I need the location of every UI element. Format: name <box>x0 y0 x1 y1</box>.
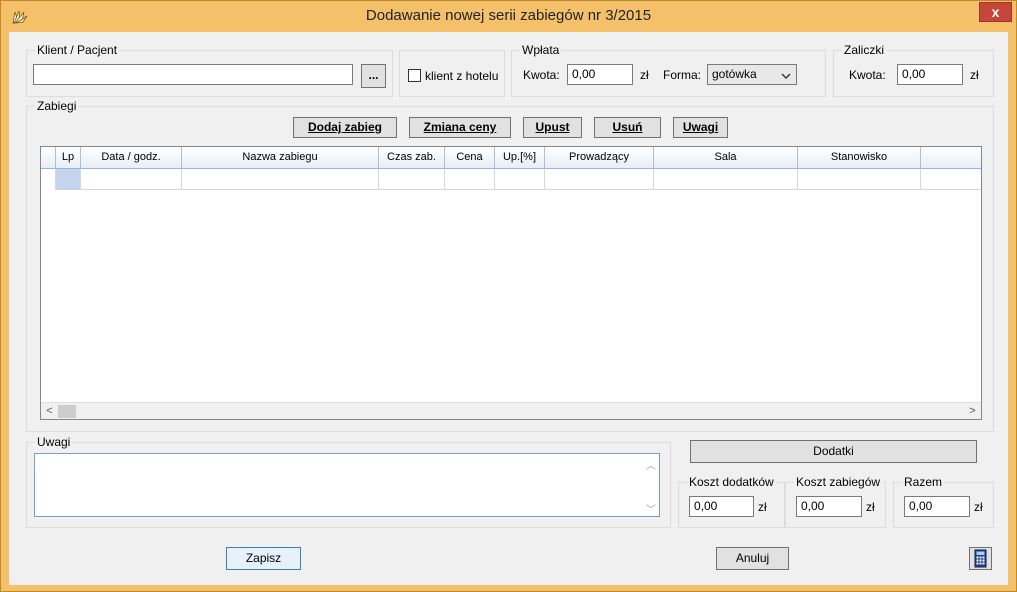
column-header[interactable]: Prowadzący <box>545 147 654 169</box>
column-header[interactable]: Nazwa zabiegu <box>182 147 379 169</box>
column-header[interactable]: Czas zab. <box>379 147 445 169</box>
payment-group-label: Wpłata <box>520 43 562 57</box>
table-cell[interactable] <box>182 169 379 190</box>
extras-cost-group: Koszt dodatków 0,00 zł <box>678 475 785 528</box>
hotel-client-label: klient z hotelu <box>425 69 499 83</box>
column-header[interactable]: Cena <box>445 147 495 169</box>
column-header[interactable]: Lp <box>56 147 81 169</box>
extras-cost-currency: zł <box>758 500 767 514</box>
column-header[interactable]: Sala <box>654 147 798 169</box>
payment-amount-label: Kwota: <box>523 68 560 82</box>
scroll-thumb[interactable] <box>58 405 76 418</box>
advance-currency: zł <box>970 68 979 82</box>
procedures-cost-input[interactable]: 0,00 <box>796 496 862 517</box>
payment-amount-input[interactable]: 0,00 <box>567 64 633 85</box>
add-procedure-button[interactable]: Dodaj zabieg <box>293 117 397 138</box>
total-cost-currency: zł <box>974 500 983 514</box>
payment-group: Wpłata Kwota: 0,00 zł Forma: gotówka <box>511 43 826 97</box>
procedures-group-label: Zabiegi <box>35 99 79 113</box>
horizontal-scrollbar[interactable]: < > <box>41 402 981 419</box>
client-input[interactable] <box>33 64 353 85</box>
scroll-right-icon[interactable]: > <box>964 403 981 419</box>
table-cell[interactable] <box>81 169 182 190</box>
table-cell[interactable] <box>798 169 921 190</box>
notes-textarea[interactable] <box>34 453 660 517</box>
title-bar[interactable]: Dodawanie nowej serii zabiegów nr 3/2015… <box>1 1 1016 31</box>
chevron-down-icon <box>780 69 792 81</box>
total-cost-input[interactable]: 0,00 <box>904 496 970 517</box>
payment-form-value: gotówka <box>712 67 757 81</box>
extras-cost-label: Koszt dodatków <box>687 475 776 489</box>
table-cell[interactable] <box>379 169 445 190</box>
delete-button[interactable]: Usuń <box>594 117 661 138</box>
browse-client-button[interactable]: ... <box>361 64 386 88</box>
calculator-icon[interactable] <box>969 547 992 570</box>
payment-form-label: Forma: <box>663 68 702 82</box>
table-row[interactable] <box>41 169 981 190</box>
column-header[interactable]: Stanowisko <box>798 147 921 169</box>
column-header[interactable]: Up.[%] <box>495 147 545 169</box>
advance-amount-input[interactable]: 0,00 <box>897 64 963 85</box>
procedures-cost-group: Koszt zabiegów 0,00 zł <box>785 475 886 528</box>
client-group-label: Klient / Pacjent <box>35 43 120 57</box>
hotel-client-group: klient z hotelu <box>399 50 505 97</box>
cancel-button[interactable]: Anuluj <box>716 547 789 570</box>
dialog-body: Klient / Pacjent ... klient z hotelu Wpł… <box>9 32 1008 585</box>
close-button[interactable]: x <box>979 2 1012 22</box>
row-indicator-header <box>41 147 56 169</box>
table-cell[interactable] <box>445 169 495 190</box>
table-cell[interactable] <box>56 169 81 190</box>
scroll-down-icon[interactable]: ﹀ <box>646 501 656 516</box>
procedures-cost-label: Koszt zabiegów <box>794 475 883 489</box>
procedures-table[interactable]: Lp Data / godz. Nazwa zabiegu Czas zab. … <box>40 146 982 420</box>
extras-button[interactable]: Dodatki <box>690 440 977 463</box>
column-header[interactable]: Data / godz. <box>81 147 182 169</box>
advance-group: Zaliczki Kwota: 0,00 zł <box>833 43 994 97</box>
advance-group-label: Zaliczki <box>842 43 887 57</box>
extras-cost-input[interactable]: 0,00 <box>689 496 754 517</box>
table-cell[interactable] <box>495 169 545 190</box>
dialog-window: Dodawanie nowej serii zabiegów nr 3/2015… <box>0 0 1017 592</box>
row-indicator <box>41 169 56 190</box>
discount-button[interactable]: Upust <box>523 117 582 138</box>
window-title: Dodawanie nowej serii zabiegów nr 3/2015 <box>365 7 652 24</box>
notes-group: Uwagi ︿ ﹀ <box>26 435 671 528</box>
notes-group-label: Uwagi <box>35 435 73 449</box>
scroll-left-icon[interactable]: < <box>41 403 58 419</box>
table-header: Lp Data / godz. Nazwa zabiegu Czas zab. … <box>41 147 981 169</box>
save-button[interactable]: Zapisz <box>226 547 301 570</box>
hotel-client-checkbox[interactable] <box>408 69 421 82</box>
table-cell[interactable] <box>545 169 654 190</box>
table-cell[interactable] <box>654 169 798 190</box>
change-price-button[interactable]: Zmiana ceny <box>409 117 511 138</box>
total-cost-group: Razem 0,00 zł <box>893 475 994 528</box>
advance-amount-label: Kwota: <box>849 68 886 82</box>
client-group: Klient / Pacjent ... <box>26 43 393 97</box>
payment-currency: zł <box>640 68 649 82</box>
procedures-cost-currency: zł <box>866 500 875 514</box>
scroll-up-icon[interactable]: ︿ <box>646 457 656 472</box>
total-cost-label: Razem <box>902 475 945 489</box>
payment-form-select[interactable]: gotówka <box>707 64 797 85</box>
notes-button[interactable]: Uwagi <box>673 117 728 138</box>
